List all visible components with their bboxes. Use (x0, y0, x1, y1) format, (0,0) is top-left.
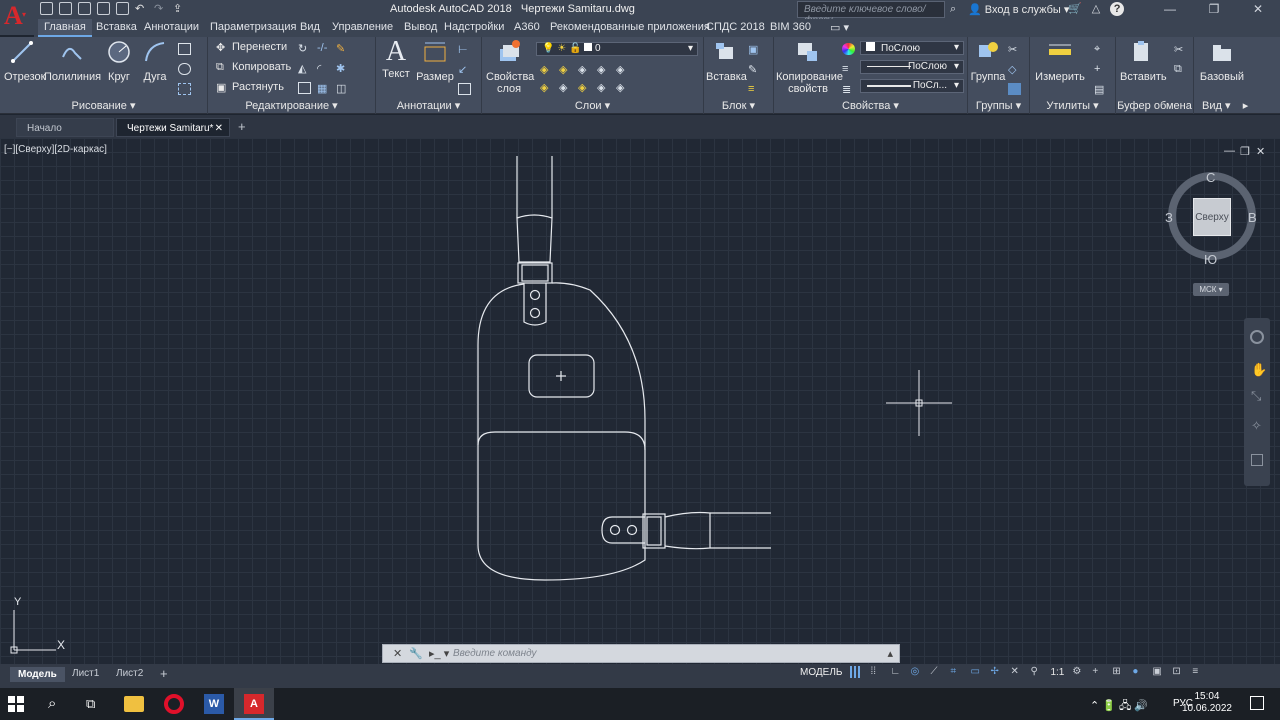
customize-status-icon[interactable]: ≡ (1192, 666, 1204, 678)
side-rivet-2 (626, 524, 638, 536)
viewcube-west[interactable]: З (1165, 210, 1173, 225)
autocad-taskbar-icon[interactable]: A (234, 688, 274, 720)
osnap-icon[interactable]: ⌗ (950, 666, 962, 678)
viewcube-north[interactable]: С (1206, 170, 1215, 185)
ucs-icon (10, 610, 56, 654)
model-space-button[interactable]: МОДЕЛЬ (800, 667, 842, 678)
opera-icon[interactable] (164, 694, 184, 714)
side-strap-end (664, 511, 711, 550)
clock[interactable]: 15:04 10.06.2022 (1182, 691, 1232, 715)
otrack-icon[interactable]: ▭ (970, 666, 982, 678)
annotation-scale[interactable]: 1:1 (1050, 667, 1064, 678)
showmotion-icon[interactable] (1251, 454, 1263, 466)
isolate-icon[interactable]: ● (1132, 666, 1144, 678)
polar-icon[interactable]: ◎ (910, 666, 922, 678)
file-explorer-icon[interactable] (124, 696, 144, 712)
steering-wheel-icon[interactable] (1250, 330, 1264, 344)
tab-model[interactable]: Модель (10, 667, 65, 682)
viewcube-top-face[interactable]: Сверху (1193, 198, 1231, 236)
orbit-icon[interactable]: ✧ (1251, 418, 1262, 434)
hardware-accel-icon[interactable]: ▣ (1152, 666, 1164, 678)
close-command-icon[interactable]: ✕ (393, 647, 402, 660)
viewcube-south[interactable]: Ю (1204, 252, 1217, 267)
add-layout-icon[interactable]: + (160, 666, 168, 681)
word-icon[interactable]: W (204, 694, 224, 714)
side-buckle (642, 513, 666, 549)
pan-icon[interactable]: ✋ (1251, 362, 1267, 378)
annotation-visibility-icon[interactable]: ⚲ (1030, 666, 1042, 678)
clean-screen-icon[interactable]: ⊡ (1172, 666, 1184, 678)
tab-layout2[interactable]: Лист2 (116, 668, 143, 679)
top-rivet-2 (529, 307, 541, 319)
tab-layout1[interactable]: Лист1 (72, 668, 99, 679)
viewcube-east[interactable]: В (1248, 210, 1257, 225)
ucs-menu-button[interactable]: МСК ▾ (1193, 283, 1229, 296)
top-buckle-inner (521, 264, 549, 282)
windows-taskbar: ⌕ ⧉ W A ⌃ 🔋 🖧 🔊 РУС 15:04 10.06.2022 (0, 688, 1280, 720)
notifications-icon[interactable] (1250, 696, 1264, 710)
tray-icons[interactable]: ⌃ 🔋 🖧 🔊 (1090, 697, 1148, 716)
crosshair-cursor (886, 370, 952, 436)
top-tab (523, 283, 547, 326)
ucs-y-label: Y (14, 596, 22, 608)
zoom-icon[interactable]: ⤡ (1251, 388, 1261, 404)
snap-icon[interactable]: ⁞⁞ (870, 666, 882, 678)
ortho-icon[interactable]: ∟ (890, 666, 902, 678)
top-rivet-1 (529, 289, 541, 301)
strap-top-end (516, 214, 553, 263)
plus-icon[interactable]: + (1092, 666, 1104, 678)
isodraft-icon[interactable]: ⟋ (930, 666, 942, 678)
units-icon[interactable]: ⊞ (1112, 666, 1124, 678)
windows-start-icon[interactable] (8, 696, 24, 712)
side-rivet-1 (609, 524, 621, 536)
task-view-icon[interactable]: ⧉ (86, 692, 110, 716)
front-pocket-line (477, 431, 646, 451)
grid-icon[interactable] (850, 666, 863, 678)
status-bar: МОДЕЛЬ ⁞⁞ ∟ ◎ ⟋ ⌗ ▭ ✢ ✕ ⚲ 1:1 ⚙ + ⊞ ● ▣ … (800, 666, 1204, 678)
ucs-x-label: X (57, 638, 66, 652)
recent-commands-icon[interactable]: ▸_ ▾ (429, 647, 449, 660)
command-line[interactable]: ✕ 🔧 ▸_ ▾ Введите команду ▴ (382, 644, 900, 663)
search-icon[interactable]: ⌕ (48, 692, 72, 716)
customize-command-icon[interactable]: 🔧 (409, 647, 423, 660)
lineweight-toggle-icon[interactable]: ✢ (990, 666, 1002, 678)
navigation-bar: ✋ ⤡ ✧ (1244, 318, 1270, 486)
top-buckle (517, 262, 553, 284)
workspace-icon[interactable]: ⚙ (1072, 666, 1084, 678)
transparency-icon[interactable]: ✕ (1010, 666, 1022, 678)
side-tab (601, 516, 645, 544)
command-input[interactable]: Введите команду (453, 648, 537, 659)
bag-drawing (10, 156, 952, 654)
command-history-icon[interactable]: ▴ (887, 647, 893, 660)
side-buckle-inner (646, 516, 662, 546)
